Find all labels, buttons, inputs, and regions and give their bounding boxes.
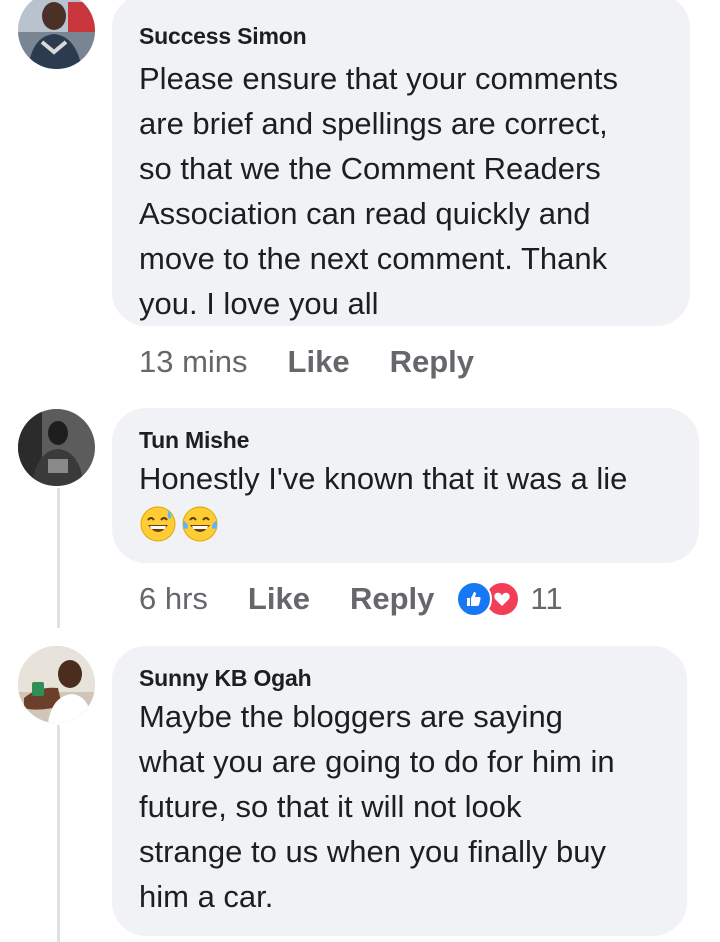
reaction-count: 11: [530, 581, 563, 616]
comment-timestamp[interactable]: 13 mins: [139, 344, 248, 380]
thread-line: [57, 488, 60, 628]
comment-text: Maybe the bloggers are saying what you a…: [139, 699, 615, 914]
comment-text: Please ensure that your comments are bri…: [139, 61, 619, 321]
reaction-summary[interactable]: 11: [456, 581, 563, 617]
comment-text: Honestly I've known that it was a lie: [139, 461, 628, 496]
reply-button[interactable]: Reply: [390, 344, 474, 380]
comment-author[interactable]: Success Simon: [139, 23, 670, 50]
avatar[interactable]: [18, 0, 95, 69]
like-button[interactable]: Like: [248, 581, 310, 617]
comment-timestamp[interactable]: 6 hrs: [139, 581, 208, 617]
avatar[interactable]: [18, 646, 95, 723]
comment-bubble: Success Simon Please ensure that your co…: [112, 0, 690, 326]
comment-actions: 13 mins Like Reply: [139, 342, 514, 382]
like-button[interactable]: Like: [288, 344, 350, 380]
comment-actions: 6 hrs Like Reply 11: [139, 579, 563, 619]
comment-emojis: [139, 505, 679, 545]
comment-author[interactable]: Sunny KB Ogah: [139, 665, 667, 692]
tears-of-joy-emoji: [182, 506, 218, 542]
avatar[interactable]: [18, 409, 95, 486]
grinning-sweat-emoji: [140, 506, 176, 542]
like-icon: [456, 581, 493, 617]
comment-bubble: Sunny KB Ogah Maybe the bloggers are say…: [112, 646, 687, 936]
thread-line: [57, 725, 60, 942]
comment-author[interactable]: Tun Mishe: [139, 427, 679, 454]
reply-button[interactable]: Reply: [350, 581, 434, 617]
comment-bubble: Tun Mishe Honestly I've known that it wa…: [112, 408, 699, 563]
